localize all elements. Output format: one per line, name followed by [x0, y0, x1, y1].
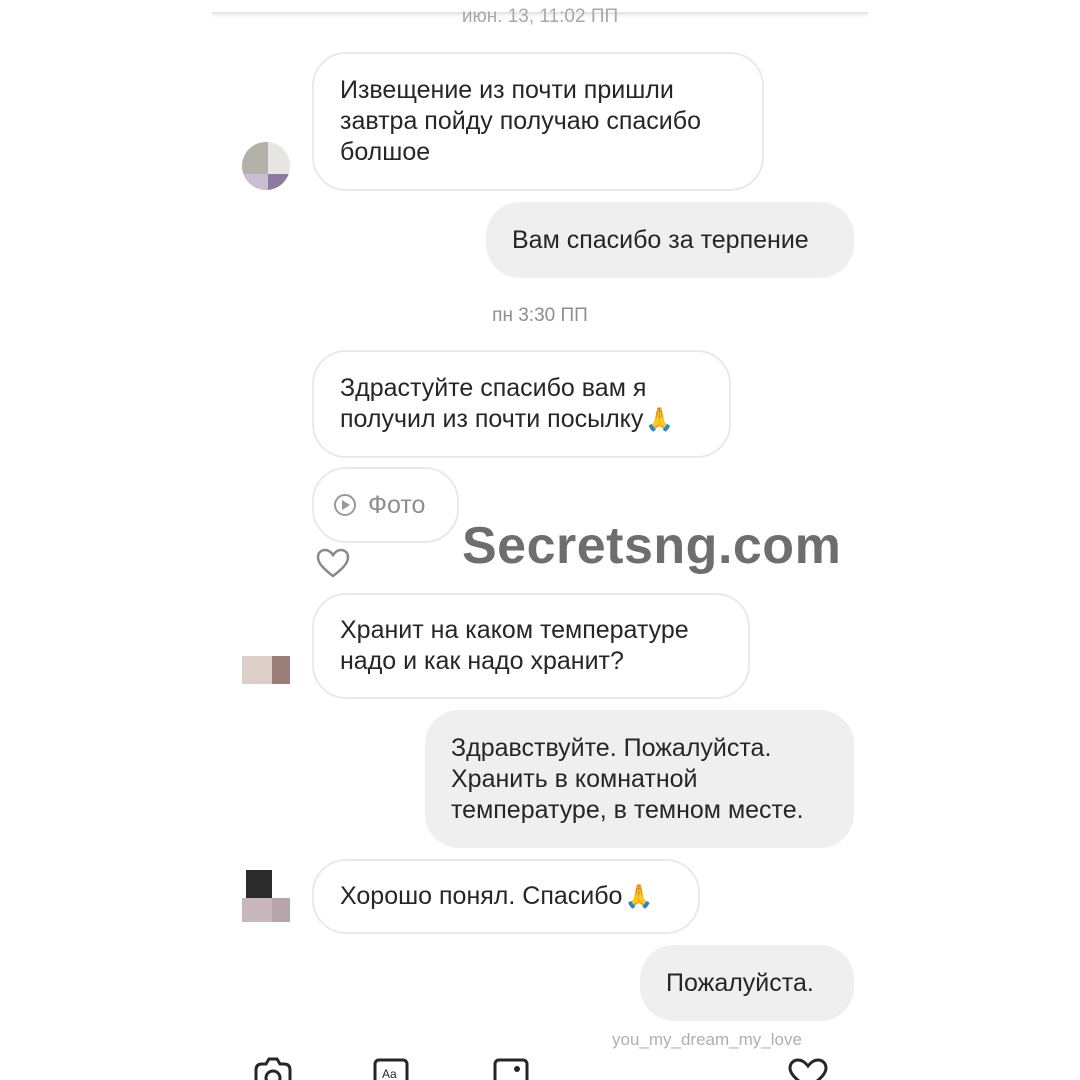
message-outgoing[interactable]: Пожалуйста. — [640, 945, 854, 1021]
message-text: Хранит на каком температуре надо и как н… — [340, 616, 689, 675]
gallery-icon[interactable] — [492, 1056, 530, 1080]
camera-icon[interactable] — [252, 1056, 294, 1080]
photo-message[interactable]: Фото — [312, 467, 459, 543]
like-heart-icon[interactable] — [316, 548, 350, 578]
message-text: Хорошо понял. Спасибо🙏 — [340, 882, 654, 910]
text-format-icon[interactable]: Aa — [372, 1056, 410, 1080]
message-outgoing[interactable]: Здравствуйте. Пожалуйста. Хранить в комн… — [425, 710, 854, 848]
message-text: Здравствуйте. Пожалуйста. Хранить в комн… — [451, 733, 804, 824]
seen-by-label: you_my_dream_my_love — [612, 1030, 802, 1049]
timestamp: июн. 13, 11:02 ПП — [461, 6, 619, 27]
message-text: Пожалуйста. — [666, 968, 814, 997]
message-text: Здрастуйте спасибо вам я получил из почт… — [340, 374, 675, 433]
svg-text:Aa: Aa — [382, 1067, 397, 1080]
message-incoming[interactable]: Здрастуйте спасибо вам я получил из почт… — [312, 350, 731, 458]
avatar[interactable] — [242, 870, 290, 922]
message-text: Извещение из почти пришли завтра пойду п… — [340, 76, 701, 166]
message-incoming[interactable]: Хорошо понял. Спасибо🙏 — [312, 859, 700, 934]
avatar[interactable] — [242, 140, 290, 192]
avatar[interactable] — [242, 650, 290, 702]
message-outgoing[interactable]: Вам спасибо за терпение — [486, 202, 854, 278]
heart-icon[interactable] — [786, 1058, 830, 1080]
photo-label: Фото — [368, 490, 426, 519]
play-icon — [334, 494, 356, 516]
watermark-text: Secretsng.com — [462, 517, 842, 575]
timestamp: пн 3:30 ПП — [492, 305, 588, 326]
message-text: Вам спасибо за терпение — [512, 225, 809, 254]
message-incoming[interactable]: Извещение из почти пришли завтра пойду п… — [312, 52, 764, 191]
pray-emoji: 🙏 — [624, 883, 654, 909]
pray-emoji: 🙏 — [645, 406, 675, 432]
message-incoming[interactable]: Хранит на каком температуре надо и как н… — [312, 593, 750, 699]
